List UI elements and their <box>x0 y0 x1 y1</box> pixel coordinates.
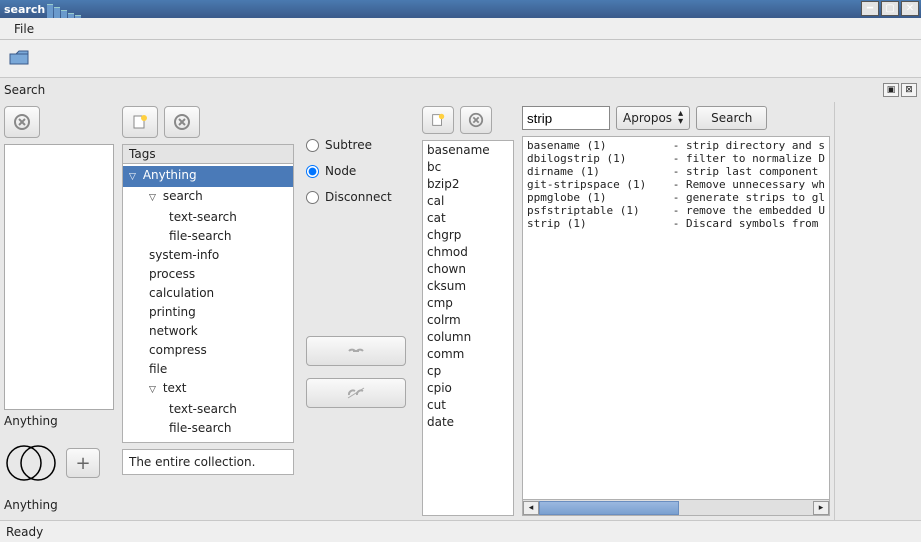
search-results[interactable]: basename (1) - strip directory and s dbi… <box>522 136 830 500</box>
clear-tag-button[interactable] <box>164 106 200 138</box>
tree-item-Anything[interactable]: Anything <box>123 166 293 187</box>
tree-item-file-search[interactable]: file-search <box>123 419 293 438</box>
new-command-button[interactable] <box>422 106 454 134</box>
unlink-button[interactable] <box>306 378 406 408</box>
new-tag-button[interactable] <box>122 106 158 138</box>
command-item[interactable]: chown <box>427 261 509 278</box>
right-gutter <box>834 102 921 520</box>
search-column: Apropos ▴▾ Search basename (1) - strip d… <box>518 102 834 520</box>
chevron-updown-icon: ▴▾ <box>678 110 683 126</box>
left-label-2: Anything <box>4 498 114 512</box>
toolbar <box>0 40 921 78</box>
status-text: Ready <box>6 525 43 539</box>
command-item[interactable]: colrm <box>427 312 509 329</box>
menu-file[interactable]: File <box>6 20 42 38</box>
clear-left-button[interactable] <box>4 106 40 138</box>
command-item[interactable]: date <box>427 414 509 431</box>
tree-item-network[interactable]: network <box>123 322 293 341</box>
command-item[interactable]: cp <box>427 363 509 380</box>
command-item[interactable]: basename <box>427 142 509 159</box>
tree-item-process[interactable]: process <box>123 265 293 284</box>
radio-disconnect[interactable]: Disconnect <box>306 190 392 204</box>
tree-item-printing[interactable]: printing <box>123 303 293 322</box>
results-hscroll[interactable]: ◂ ▸ <box>522 500 830 516</box>
menubar: File <box>0 18 921 40</box>
command-item[interactable]: bzip2 <box>427 176 509 193</box>
tree-item-text[interactable]: text <box>123 379 293 400</box>
tree-item-text-search[interactable]: text-search <box>123 208 293 227</box>
add-button[interactable]: + <box>66 448 100 478</box>
link-button[interactable] <box>306 336 406 366</box>
command-item[interactable]: column <box>427 329 509 346</box>
tag-description: The entire collection. <box>122 449 294 475</box>
scroll-thumb[interactable] <box>539 501 679 515</box>
tree-item-text-search[interactable]: text-search <box>123 400 293 419</box>
panel-restore-button[interactable]: ▣ <box>883 83 899 97</box>
close-button[interactable]: ✕ <box>901 1 919 16</box>
tree-item-compress[interactable]: compress <box>123 341 293 360</box>
panel-title: Search <box>4 83 45 97</box>
left-column: Anything + Anything <box>0 102 118 520</box>
minimize-button[interactable]: ━ <box>861 1 879 16</box>
command-item[interactable]: bc <box>427 159 509 176</box>
tree-item-calculation[interactable]: calculation <box>123 284 293 303</box>
command-item[interactable]: chgrp <box>427 227 509 244</box>
venn-icon[interactable] <box>4 436 58 490</box>
statusbar: Ready <box>0 520 921 542</box>
commands-column: basenamebcbzip2calcatchgrpchmodchowncksu… <box>418 102 518 520</box>
search-button[interactable]: Search <box>696 106 767 130</box>
radio-node[interactable]: Node <box>306 164 356 178</box>
scroll-left-button[interactable]: ◂ <box>523 501 539 515</box>
panel-close-button[interactable]: ⊠ <box>901 83 917 97</box>
left-label-1: Anything <box>4 414 114 428</box>
command-item[interactable]: cal <box>427 193 509 210</box>
command-item[interactable]: comm <box>427 346 509 363</box>
command-item[interactable]: cat <box>427 210 509 227</box>
command-item[interactable]: cpio <box>427 380 509 397</box>
tree-item-file[interactable]: file <box>123 360 293 379</box>
window-title: search <box>4 3 45 16</box>
search-input[interactable] <box>522 106 610 130</box>
command-item[interactable]: cmp <box>427 295 509 312</box>
scroll-right-button[interactable]: ▸ <box>813 501 829 515</box>
titlebar[interactable]: search ━ ▢ ✕ <box>0 0 921 18</box>
command-item[interactable]: cut <box>427 397 509 414</box>
tree-item-system-info[interactable]: system-info <box>123 246 293 265</box>
tree-item-file-search[interactable]: file-search <box>123 227 293 246</box>
panel-header: Search ▣ ⊠ <box>0 78 921 102</box>
radio-subtree[interactable]: Subtree <box>306 138 372 152</box>
tags-tree[interactable]: Anything searchtext-searchfile-searchsys… <box>122 163 294 443</box>
folder-icon[interactable] <box>6 48 34 70</box>
tags-column: Tags Anything searchtext-searchfile-sear… <box>118 102 298 520</box>
maximize-button[interactable]: ▢ <box>881 1 899 16</box>
main-area: Anything + Anything Tags Anything search… <box>0 102 921 520</box>
tags-header: Tags <box>122 144 294 163</box>
left-frame[interactable] <box>4 144 114 410</box>
command-item[interactable]: chmod <box>427 244 509 261</box>
clear-command-button[interactable] <box>460 106 492 134</box>
search-mode-dropdown[interactable]: Apropos ▴▾ <box>616 106 690 130</box>
radio-column: Subtree Node Disconnect <box>298 102 418 520</box>
tree-item-search[interactable]: search <box>123 187 293 208</box>
titlebar-decoration <box>47 0 82 18</box>
command-item[interactable]: cksum <box>427 278 509 295</box>
command-list[interactable]: basenamebcbzip2calcatchgrpchmodchowncksu… <box>422 140 514 516</box>
